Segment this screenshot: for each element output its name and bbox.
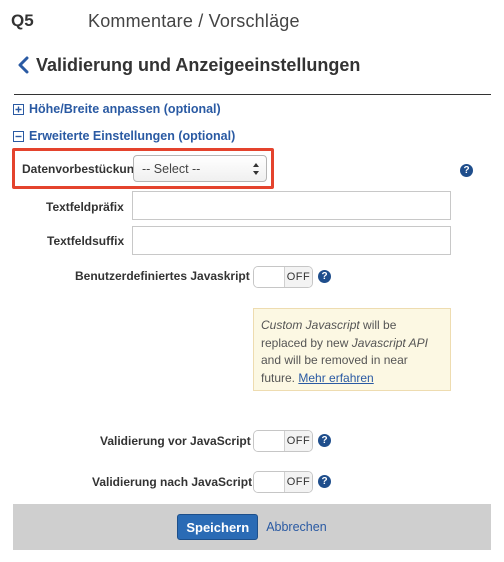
prefill-select[interactable]: -- Select -- [133,155,267,182]
help-icon-prefill[interactable]: ? [460,164,473,177]
custom-js-label: Benutzerdefiniertes Javaskript [75,269,250,283]
section-toggle-size[interactable]: Höhe/Breite anpassen (optional) [13,102,221,116]
custom-js-toggle[interactable]: OFF [253,266,313,288]
breadcrumb: Kommentare / Vorschläge [88,11,300,31]
minus-icon [13,130,24,142]
cancel-link[interactable]: Abbrechen [266,520,326,534]
select-arrows-icon [253,163,259,175]
notice-term-1: Custom Javascript [261,318,360,332]
validate-before-label: Validierung vor JavaScript [100,434,251,448]
title-divider [14,94,491,95]
learn-more-link[interactable]: Mehr erfahren [298,371,373,385]
title-row: Validierung und Anzeigeeinstellungen [14,52,360,78]
toggle-state: OFF [285,472,312,492]
plus-icon [13,103,24,115]
validate-after-toggle[interactable]: OFF [253,471,313,493]
top-bar: Q5 Kommentare / Vorschläge [0,0,504,44]
validate-after-label: Validierung nach JavaScript [92,475,253,489]
toggle-knob [254,472,285,492]
toggle-state: OFF [285,267,312,287]
question-label: Q5 [11,11,34,30]
toggle-knob [254,431,285,451]
suffix-label: Textfeldsuffix [47,234,125,248]
section-label-size: Höhe/Breite anpassen (optional) [29,102,221,116]
footer-bar: Speichern Abbrechen [13,504,491,550]
save-button[interactable]: Speichern [177,514,259,540]
page-title: Validierung und Anzeigeeinstellungen [36,54,361,75]
toggle-state: OFF [285,431,312,451]
validate-before-toggle[interactable]: OFF [253,430,313,452]
chevron-left-icon[interactable] [14,54,32,76]
deprecation-notice: Custom Javascript will be replaced by ne… [253,308,451,391]
toggle-knob [254,267,285,287]
help-icon-custom-js[interactable]: ? [318,270,331,283]
help-icon-validate-after[interactable]: ? [318,475,331,488]
prefill-label: Datenvorbestückung [22,162,142,176]
prefill-select-value: -- Select -- [142,161,201,176]
help-icon-validate-before[interactable]: ? [318,434,331,447]
prefix-input[interactable] [132,191,451,220]
suffix-input[interactable] [132,226,451,255]
section-toggle-advanced[interactable]: Erweiterte Einstellungen (optional) [13,129,235,143]
prefix-label: Textfeldpräfix [46,200,124,214]
notice-term-2: Javascript API [351,335,428,350]
section-label-advanced: Erweiterte Einstellungen (optional) [29,129,236,143]
